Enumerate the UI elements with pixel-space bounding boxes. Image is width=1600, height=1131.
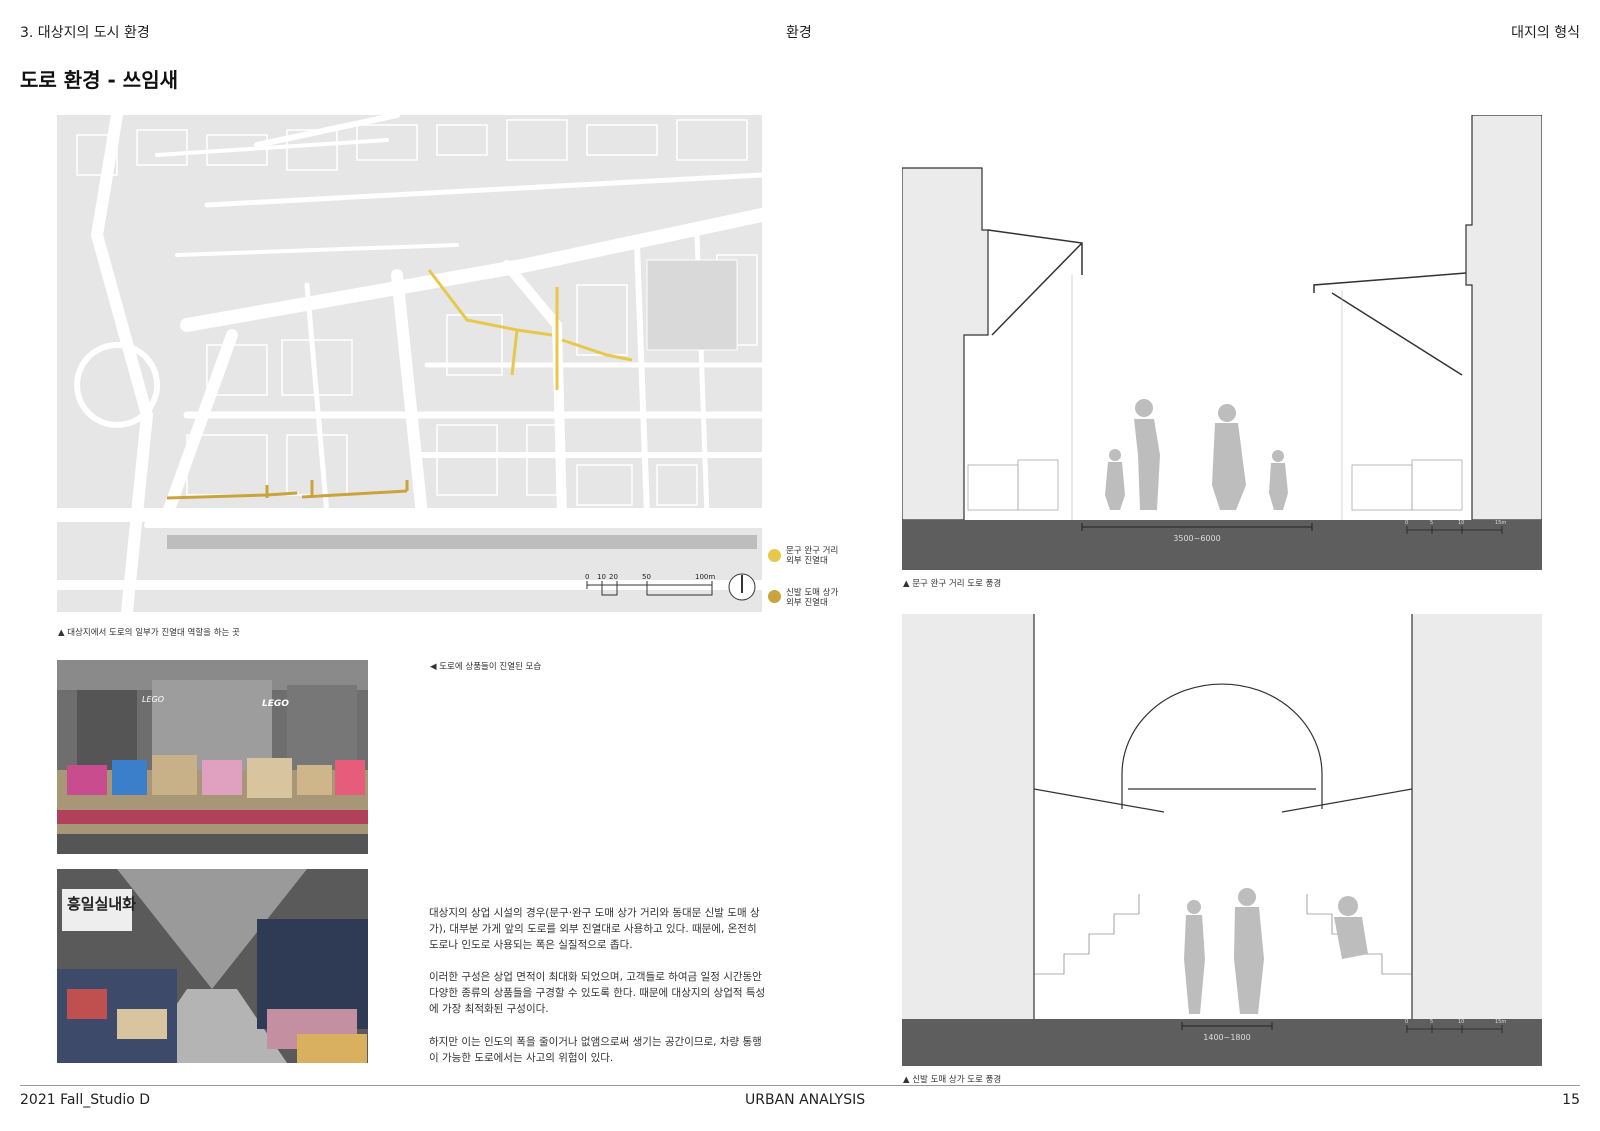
legend-label: 문구 완구 거리 외부 진열대 [786,546,839,566]
svg-text:15m: 15m [1495,1019,1506,1025]
section-caption: ▲ 문구 완구 거리 도로 풍경 [903,579,1002,589]
header-section-label: 3. 대상지의 도시 환경 [20,25,150,41]
section-dimension: 1400~1800 [1203,1033,1250,1042]
section-caption: ▲ 신발 도매 상가 도로 풍경 [903,1075,1002,1085]
svg-text:10: 10 [1458,1019,1464,1025]
legend-swatch [768,549,781,562]
scale-label: 20 [609,573,618,581]
footer-divider [20,1085,1580,1086]
page-number: 15 [1562,1092,1580,1108]
footer-title: URBAN ANALYSIS [745,1092,866,1108]
body-paragraph: 대상지의 상업 시설의 경우(문구·완구 도매 상가 거리와 동대문 신발 도매… [429,907,760,951]
scale-label: 100m [695,573,715,581]
photo-sign-text: LEGO [262,699,289,709]
page-title: 도로 환경 - 쓰임새 [20,68,178,92]
photo-sign-text: LEGO [142,695,164,704]
body-paragraph: 하지만 이는 인도의 폭을 줄이거나 없앰으로써 생기는 공간이므로, 차량 통… [429,1036,762,1064]
map-caption: ▲ 대상지에서 도로의 일부가 진열대 역할을 하는 곳 [58,628,240,638]
photo-toy-street: LEGO LEGO [57,660,368,854]
header-center-label: 환경 [786,25,812,41]
legend-swatch [768,590,781,603]
body-paragraph: 이러한 구성은 상업 면적이 최대화 되었으며, 고객들로 하여금 일정 시간동… [429,971,766,1015]
svg-text:5: 5 [1430,1019,1433,1025]
photo-shoe-market: 흥일실내화 [57,869,368,1063]
svg-text:10: 10 [1458,520,1464,526]
header-right-label: 대지의 형식 [1511,25,1580,41]
scale-label: 10 [597,573,606,581]
legend-label: 신발 도매 상가 외부 진열대 [786,588,839,608]
svg-text:15m: 15m [1495,520,1506,526]
section-dimension: 3500~6000 [1173,534,1220,543]
site-map: 0 10 20 50 100m [57,115,762,612]
svg-text:0: 0 [1405,520,1408,526]
section-drawing-shoe-market: 1400~1800 0 5 10 15m [902,614,1542,1066]
svg-text:0: 0 [1405,1019,1408,1025]
photo-sign-text: 흥일실내화 [67,895,136,913]
scale-label: 0 [585,573,589,581]
footer-studio: 2021 Fall_Studio D [20,1092,151,1108]
scale-label: 50 [642,573,651,581]
svg-text:5: 5 [1430,520,1433,526]
photos-caption: ◀ 도로에 상품들이 진열된 모습 [430,662,542,672]
section-drawing-toy-street: 3500~6000 0 5 10 15m [902,115,1542,570]
